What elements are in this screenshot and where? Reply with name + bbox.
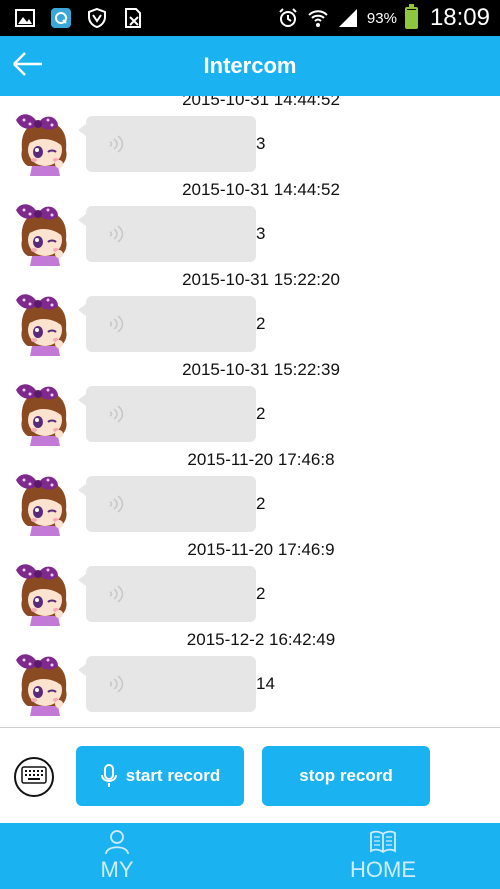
image-icon [14,7,36,29]
avatar [12,650,76,716]
message-list[interactable]: 2015-10-31 14:44:52 3 2015-10-31 14:44:52 3… [0,96,500,727]
message-timestamp: 2015-10-31 15:22:39 [182,360,340,379]
voice-message-bubble[interactable] [78,296,256,352]
nav-item-home[interactable]: HOME [250,823,500,889]
voice-duration: 2 [256,314,266,333]
message-timestamp: 2015-11-20 17:46:9 [187,540,335,559]
message-item: 2015-10-31 14:44:52 3 [0,180,500,276]
avatar [12,560,76,626]
wifi-icon [307,7,329,29]
person-icon [104,829,130,855]
message-timestamp: 2015-10-31 15:22:20 [182,270,340,289]
q-app-icon [50,7,72,29]
keyboard-button[interactable] [14,757,54,797]
alarm-icon [277,7,299,29]
message-timestamp: 2015-12-2 16:42:49 [186,630,336,649]
start-record-label: start record [125,766,221,785]
avatar [12,380,76,446]
nav-item-my[interactable]: MY [0,823,250,889]
message-item: 2015-10-31 15:22:39 2 [0,360,500,456]
voice-duration: 14 [256,674,275,693]
voice-message-bubble[interactable] [78,566,256,622]
voice-wave-icon [106,313,126,335]
voice-duration: 3 [256,134,266,153]
message-item: 2015-10-31 14:44:52 3 [0,96,500,186]
title-bar: Intercom [0,36,500,96]
voice-wave-icon [106,493,126,515]
avatar [12,110,76,176]
voice-wave-icon [106,223,126,245]
voice-message-bubble[interactable] [78,386,256,442]
voice-message-bubble[interactable] [78,116,256,172]
bottom-nav: MY HOME [0,823,500,889]
voice-message-bubble[interactable] [78,656,256,712]
voice-duration: 3 [256,224,266,243]
signal-icon [337,7,359,29]
back-button[interactable] [8,48,48,84]
voice-message-bubble[interactable] [78,206,256,262]
start-record-button[interactable]: start record [76,746,244,806]
voice-duration: 2 [256,404,266,423]
voice-wave-icon [106,133,126,155]
stop-record-label: stop record [299,766,393,785]
voice-duration: 2 [256,494,266,513]
book-icon [370,829,396,855]
status-bar: 93% 18:09 [0,0,500,36]
voice-message-bubble[interactable] [78,476,256,532]
battery-icon [404,4,418,29]
stop-record-button[interactable]: stop record [262,746,430,806]
voice-wave-icon [106,403,126,425]
avatar [12,200,76,266]
message-item: 2015-11-20 17:46:8 2 [0,450,500,546]
microphone-icon [100,763,118,789]
avatar [12,470,76,536]
message-timestamp: 2015-10-31 14:44:52 [182,96,340,109]
message-timestamp: 2015-10-31 14:44:52 [182,180,340,199]
message-item: 2015-10-31 15:22:20 2 [0,270,500,366]
nav-label-my: MY [100,857,134,882]
shield-icon [86,7,108,29]
record-bar: start record stop record [0,727,500,823]
message-item: 2015-12-2 16:42:49 14 [0,630,500,726]
voice-wave-icon [106,673,126,695]
voice-wave-icon [106,583,126,605]
message-timestamp: 2015-11-20 17:46:8 [187,450,335,469]
avatar [12,290,76,356]
arrow-left-icon [12,51,44,82]
sim-icon [122,7,144,29]
voice-duration: 2 [256,584,266,603]
message-item: 2015-11-20 17:46:9 2 [0,540,500,636]
status-time: 18:09 [429,4,490,31]
nav-label-home: HOME [350,857,416,882]
battery-percent: 93% [366,9,397,27]
page-title: Intercom [203,53,297,78]
keyboard-icon [21,765,47,789]
